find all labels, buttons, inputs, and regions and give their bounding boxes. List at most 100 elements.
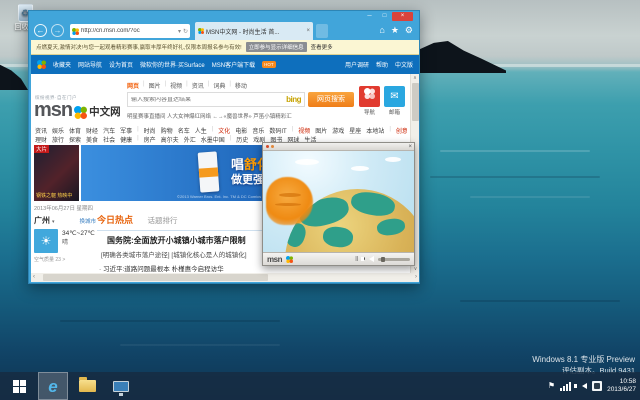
scroll-left-icon[interactable]: ‹ <box>33 273 35 282</box>
search-scope-tab[interactable]: 网页 <box>127 81 139 90</box>
player-video-area[interactable] <box>263 151 414 252</box>
player-close-icon[interactable]: × <box>408 143 412 151</box>
search-input[interactable] <box>131 97 286 103</box>
channel-link[interactable]: 理财 <box>35 135 47 144</box>
seek-bar[interactable] <box>378 258 410 261</box>
search-scope-tab[interactable]: 图片 <box>149 81 161 90</box>
weather-tile[interactable]: ☀ <box>34 229 58 253</box>
search-scope-tab[interactable]: 资讯 <box>192 81 204 90</box>
channel-link[interactable]: 购物 <box>161 126 173 135</box>
channel-link[interactable]: 时尚 <box>144 126 156 135</box>
mail-tile[interactable]: ✉ <box>384 86 405 107</box>
channel-link[interactable]: 图片 <box>315 126 327 135</box>
maximize-button[interactable]: □ <box>377 12 392 21</box>
channel-link[interactable]: 财经 <box>86 126 98 135</box>
search-scope-tab[interactable]: 移动 <box>235 81 247 90</box>
volume-icon[interactable] <box>369 256 374 262</box>
channel-link[interactable]: 音乐 <box>252 126 264 135</box>
nav-tile-block[interactable]: 导航 <box>359 86 380 116</box>
channel-link[interactable]: 军事 <box>120 126 132 135</box>
horizontal-scrollbar[interactable]: ‹ › <box>31 273 419 282</box>
channel-link[interactable]: 本地站 <box>366 126 384 135</box>
seek-knob[interactable] <box>381 257 385 262</box>
msn-logo-block[interactable]: msn 中文网 <box>34 101 121 119</box>
search-box[interactable]: bing <box>127 92 305 107</box>
forward-button[interactable]: → <box>51 24 64 37</box>
channel-link[interactable]: 历史 <box>236 135 248 144</box>
player-title-bar[interactable]: × <box>263 143 414 151</box>
network-icon[interactable] <box>560 382 571 391</box>
taskbar-ie[interactable]: e <box>38 372 68 400</box>
msn-strip-link[interactable]: 网站导航 <box>78 60 102 69</box>
vertical-scroll-thumb[interactable] <box>412 83 419 121</box>
favorites-star-icon[interactable]: ★ <box>391 25 399 36</box>
start-button[interactable] <box>4 372 34 400</box>
nav-tile[interactable] <box>359 86 380 107</box>
close-button[interactable]: × <box>392 12 413 21</box>
msn-strip-link[interactable]: 收藏夹 <box>53 60 71 69</box>
channel-link[interactable]: 数码IT <box>269 126 286 135</box>
horizontal-scroll-thumb[interactable] <box>43 274 268 281</box>
scroll-down-icon[interactable]: ∨ <box>411 265 419 273</box>
msn-strip-right-link[interactable]: 中文版 <box>395 60 413 69</box>
browser-tab[interactable]: MSN中文网 - 时尚生活 首... × <box>195 22 313 40</box>
notification-action-button[interactable]: 立即参与显示详细信息 <box>246 42 307 52</box>
channel-link[interactable]: 资讯 <box>35 126 47 135</box>
channel-link[interactable]: 娱乐 <box>52 126 64 135</box>
change-city-link[interactable]: 换城市 <box>79 217 96 225</box>
search-dropdown-caret-icon[interactable]: ▾ <box>178 28 181 35</box>
msn-strip-link[interactable]: MSN客户端下载 <box>212 60 255 69</box>
channel-link[interactable]: 体育 <box>69 126 81 135</box>
search-button[interactable]: 网页搜索 <box>308 92 354 107</box>
refresh-icon[interactable]: ↻ <box>183 28 188 35</box>
channel-link[interactable]: 人生 <box>195 126 207 135</box>
channel-link[interactable]: 美食 <box>86 135 98 144</box>
channel-link[interactable]: 高尔夫 <box>161 135 179 144</box>
city-caret-icon[interactable]: ▾ <box>52 219 55 225</box>
minimize-button[interactable]: ─ <box>362 12 377 21</box>
channel-link[interactable]: 文化 <box>218 126 230 135</box>
channel-link[interactable]: 旅行 <box>52 135 64 144</box>
pause-button[interactable]: || <box>355 256 358 262</box>
search-scope-tab[interactable]: 词典 <box>213 81 225 90</box>
channel-link[interactable]: 电影 <box>235 126 247 135</box>
scroll-right-icon[interactable]: › <box>415 273 417 282</box>
today-hot-title[interactable]: 今日热点 <box>97 215 133 225</box>
channel-link[interactable]: 视频 <box>298 126 310 135</box>
tab-close-icon[interactable]: × <box>306 28 310 34</box>
msn-strip-link[interactable]: 微软你的世界·买Surface <box>140 60 205 69</box>
msn-strip-link[interactable]: 设为首页 <box>109 60 133 69</box>
topic-rank-tab[interactable]: 话题排行 <box>147 216 177 225</box>
back-button[interactable]: ← <box>34 24 47 37</box>
scroll-up-icon[interactable]: ∧ <box>411 74 419 82</box>
touch-keyboard-icon[interactable] <box>592 381 602 391</box>
air-quality-link[interactable]: 空气质量 23 > <box>34 256 96 263</box>
mail-tile-block[interactable]: ✉ 邮箱 <box>384 86 405 116</box>
hotwords-line[interactable]: 明星赛事直播间 人大女神爆红网络 ←→«魔兽世界» 芦笛小镇精彩汇 <box>127 112 341 120</box>
taskbar-file-explorer[interactable] <box>72 372 102 400</box>
new-tab-button[interactable] <box>316 24 328 38</box>
channel-link[interactable]: 星座 <box>349 126 361 135</box>
city-selector[interactable]: 广州 <box>34 215 50 226</box>
channel-link[interactable]: 水墨中国 <box>201 135 225 144</box>
action-center-flag-icon[interactable]: ⚑ <box>548 381 555 391</box>
notification-more-link[interactable]: 查看更多 <box>311 43 333 51</box>
home-icon[interactable]: ⌂ <box>379 25 384 36</box>
channel-link[interactable]: 探索 <box>69 135 81 144</box>
msn-strip-right-link[interactable]: 用户调研 <box>345 60 369 69</box>
volume-tray-icon[interactable] <box>582 383 587 389</box>
channel-link[interactable]: 名车 <box>178 126 190 135</box>
channel-link[interactable]: 汽车 <box>103 126 115 135</box>
tray-clock[interactable]: 10:58 2013/6/27 <box>607 378 636 394</box>
channel-link[interactable]: 健康 <box>120 135 132 144</box>
taskbar-app[interactable] <box>106 372 136 400</box>
search-scope-tab[interactable]: 视频 <box>170 81 182 90</box>
channel-link[interactable]: 创意 <box>396 126 407 135</box>
settings-gear-icon[interactable]: ⚙ <box>405 25 413 36</box>
msn-strip-right-link[interactable]: 帮助 <box>376 60 388 69</box>
channel-link[interactable]: 游戏 <box>332 126 344 135</box>
channel-link[interactable]: 社会 <box>103 135 115 144</box>
channel-link[interactable]: 房产 <box>144 135 156 144</box>
channel-link[interactable]: 外汇 <box>184 135 196 144</box>
movie-poster[interactable]: 大片 钢铁之躯 热映中 <box>34 145 79 201</box>
